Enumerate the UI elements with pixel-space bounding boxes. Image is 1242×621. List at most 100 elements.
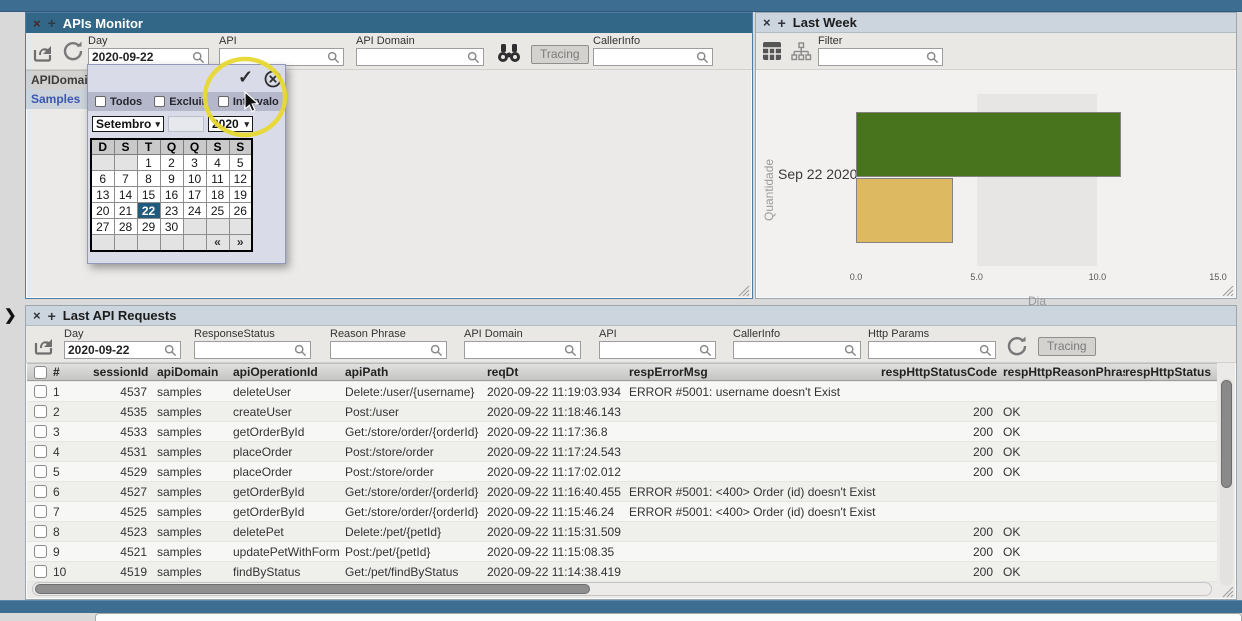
row-checkbox[interactable] [34,425,47,438]
calendar-day-cell[interactable]: 2 [160,155,183,171]
calendar-day-cell[interactable]: 22 [137,203,160,219]
search-icon[interactable] [844,344,857,357]
calendar-day-cell[interactable]: 30 [160,219,183,235]
add-icon[interactable]: + [48,16,56,30]
calendar-day-cell[interactable]: 19 [229,187,252,203]
last-api-requests-header[interactable]: × + Last API Requests [26,306,1236,326]
column-header-apiDomain[interactable]: apiDomain [157,365,233,379]
table-row[interactable]: 14537samplesdeleteUserDelete:/user/{user… [27,382,1217,402]
calendar-day-cell[interactable]: 15 [137,187,160,203]
column-header-respHttpStatus[interactable]: respHttpStatus [1125,365,1211,379]
api-domain-filter-input[interactable] [356,48,484,66]
select-all-checkbox[interactable] [34,366,47,379]
calendar-day-cell[interactable]: 21 [114,203,137,219]
calendar-prev-button[interactable]: « [206,235,229,251]
tracing-button[interactable]: Tracing [1038,337,1096,356]
filter-input[interactable] [464,341,581,359]
table-row[interactable]: 104519samplesfindByStatusGet:/pet/findBy… [27,562,1217,582]
resize-handle-icon[interactable] [1222,284,1234,296]
grid-table-icon[interactable] [762,41,786,65]
close-icon[interactable]: × [763,16,771,29]
column-header-#[interactable]: # [53,365,93,379]
row-checkbox[interactable] [34,525,47,538]
row-checkbox[interactable] [34,405,47,418]
search-icon[interactable] [979,344,992,357]
horizontal-scrollbar[interactable] [32,582,1212,596]
calendar-day-cell[interactable]: 20 [91,203,114,219]
row-checkbox[interactable] [34,545,47,558]
table-row[interactable]: 44531samplesplaceOrderPost:/store/order2… [27,442,1217,462]
calendar-day-cell[interactable]: 23 [160,203,183,219]
table-row[interactable]: 34533samplesgetOrderByIdGet:/store/order… [27,422,1217,442]
vertical-scrollbar[interactable] [1220,378,1233,586]
calendar-day-cell[interactable]: 7 [114,171,137,187]
filter-input[interactable] [733,341,861,359]
table-row[interactable]: 84523samplesdeletePetDelete:/pet/{petId}… [27,522,1217,542]
calendar-day-cell[interactable]: 3 [183,155,206,171]
filter-input[interactable] [330,341,447,359]
calendar-day-cell[interactable]: 16 [160,187,183,203]
calendar-day-cell[interactable]: 25 [206,203,229,219]
search-icon[interactable] [164,344,177,357]
calendar-day-cell[interactable]: 5 [229,155,252,171]
calendar-day-cell[interactable]: 1 [137,155,160,171]
panel-expander-chevron-icon[interactable]: ❯ [4,306,17,324]
apis-monitor-header[interactable]: × + APIs Monitor [26,13,752,33]
filter-input[interactable] [599,341,716,359]
search-icon[interactable] [430,344,443,357]
checkbox-todos[interactable] [95,96,106,107]
org-chart-icon[interactable] [790,41,814,65]
callerinfo-filter-input[interactable] [593,48,713,66]
row-checkbox[interactable] [34,465,47,478]
calendar-day-cell[interactable]: 4 [206,155,229,171]
calendar-next-button[interactable]: » [229,235,252,251]
binoculars-icon[interactable] [494,42,518,66]
search-icon[interactable] [294,344,307,357]
close-icon[interactable]: × [33,17,41,30]
filter-input[interactable] [818,48,943,66]
last-week-header[interactable]: × + Last Week [756,13,1236,33]
filter-input[interactable] [868,341,996,359]
calendar-day-cell[interactable]: 27 [91,219,114,235]
tracing-button[interactable]: Tracing [531,45,589,64]
search-icon[interactable] [699,344,712,357]
calendar-day-cell[interactable]: 13 [91,187,114,203]
calendar-day-cell[interactable]: 8 [137,171,160,187]
calendar-day-cell[interactable]: 26 [229,203,252,219]
close-icon[interactable]: × [33,309,41,322]
filter-input[interactable]: 2020-09-22 [64,341,181,359]
horizontal-scrollbar-thumb[interactable] [35,584,590,594]
table-row[interactable]: 24535samplescreateUserPost:/user2020-09-… [27,402,1217,422]
column-header-apiOperationId[interactable]: apiOperationId [233,365,345,379]
calendar-day-cell[interactable]: 10 [183,171,206,187]
export-icon[interactable] [32,40,56,64]
calendar-day-cell[interactable]: 14 [114,187,137,203]
month-select[interactable]: Setembro▾ [92,116,164,132]
table-row[interactable]: 54529samplesplaceOrderPost:/store/order2… [27,462,1217,482]
resize-handle-icon[interactable] [738,284,750,296]
row-checkbox[interactable] [34,385,47,398]
search-icon[interactable] [327,51,340,64]
filter-input[interactable] [194,341,311,359]
column-header-respErrorMsg[interactable]: respErrorMsg [629,365,881,379]
calendar-day-cell[interactable]: 29 [137,219,160,235]
table-row[interactable]: 94521samplesupdatePetWithFormPost:/pet/{… [27,542,1217,562]
row-checkbox[interactable] [34,505,47,518]
calendar-day-cell[interactable]: 24 [183,203,206,219]
table-row[interactable]: 74525samplesgetOrderByIdGet:/store/order… [27,502,1217,522]
search-icon[interactable] [467,51,480,64]
vertical-scrollbar-thumb[interactable] [1221,380,1232,488]
checkbox-excluir[interactable] [154,96,165,107]
refresh-icon[interactable] [1006,335,1030,359]
resize-handle-icon[interactable] [1222,585,1234,597]
table-row[interactable]: 64527samplesgetOrderByIdGet:/store/order… [27,482,1217,502]
chart-bar-yellow-series[interactable] [856,178,953,243]
refresh-icon[interactable] [62,40,86,64]
calendar-day-cell[interactable]: 11 [206,171,229,187]
row-checkbox[interactable] [34,445,47,458]
calendar-day-cell[interactable]: 12 [229,171,252,187]
column-header-respHttpReasonPhrase[interactable]: respHttpReasonPhrase [1003,365,1125,379]
calendar-day-cell[interactable]: 18 [206,187,229,203]
calendar-day-cell[interactable]: 17 [183,187,206,203]
export-icon[interactable] [33,333,57,357]
